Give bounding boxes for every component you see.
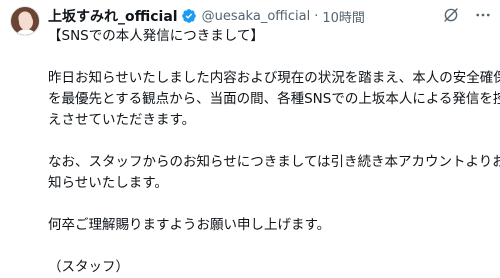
post-header: 上坂すみれ_official @uesaka_official · 10時間 bbox=[48, 6, 365, 26]
verified-badge-icon[interactable] bbox=[181, 8, 197, 24]
post-paragraph-2-line-1: なお、スタッフからのお知らせにつきましては引き続き本アカウントよりお bbox=[48, 154, 500, 170]
avatar[interactable] bbox=[10, 6, 40, 36]
separator-dot: · bbox=[314, 8, 319, 24]
grok-icon[interactable] bbox=[442, 6, 460, 24]
post-title: 【SNSでの本人発信につきまして】 bbox=[48, 28, 264, 44]
post-paragraph-1-line-3: えさせていただきます。 bbox=[48, 112, 196, 128]
author-name[interactable]: 上坂すみれ_official bbox=[48, 6, 178, 26]
post-paragraph-3-line-1: 何卒ご理解賜りますようお願い申し上げます。 bbox=[48, 217, 331, 233]
avatar-face bbox=[19, 14, 33, 30]
author-handle[interactable]: @uesaka_official bbox=[202, 9, 311, 24]
post-paragraph-2-line-2: 知らせいたします。 bbox=[48, 175, 168, 191]
post-time[interactable]: 10時間 bbox=[322, 7, 365, 26]
post-body: 【SNSでの本人発信につきまして】 昨日お知らせいたしました内容および現在の状況… bbox=[48, 26, 500, 278]
post-paragraph-1-line-2: を最優先とする観点から、当面の間、各種SNSでの上坂本人による発信を控 bbox=[48, 91, 500, 107]
header-actions bbox=[442, 6, 492, 24]
post-signature: （スタッフ） bbox=[48, 259, 129, 275]
post-paragraph-1-line-1: 昨日お知らせいたしました内容および現在の状況を踏まえ、本人の安全確保 bbox=[48, 70, 500, 86]
avatar-shirt bbox=[14, 29, 38, 35]
more-icon[interactable] bbox=[474, 6, 492, 24]
